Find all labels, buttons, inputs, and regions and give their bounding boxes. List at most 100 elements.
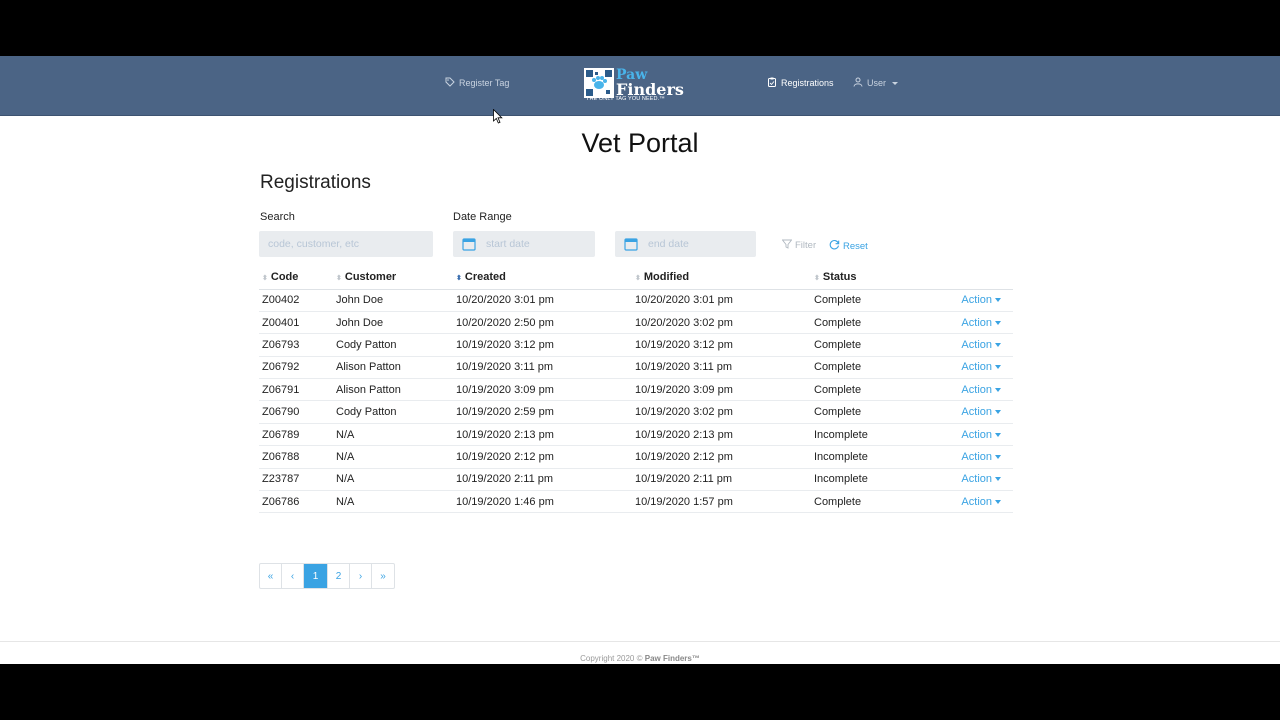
action-label: Action xyxy=(961,495,992,508)
column-header-code[interactable]: ⬍ Code xyxy=(259,266,333,290)
table-row: Z06792 Alison Patton 10/19/2020 3:11 pm 10/… xyxy=(259,356,1013,380)
table-row: Z00402 John Doe 10/20/2020 3:01 pm 10/20/20… xyxy=(259,289,1013,312)
action-dropdown-button[interactable]: Action xyxy=(961,361,1001,373)
action-dropdown-button[interactable]: Action xyxy=(961,473,1001,485)
sort-descending-icon: ⬍ xyxy=(456,275,462,283)
cell-customer: N/A xyxy=(333,445,453,469)
footer: Copyright 2020 © Paw Finders™ xyxy=(0,654,1280,663)
pagination-last[interactable]: » xyxy=(372,564,394,588)
table-row: Z06790 Cody Patton 10/19/2020 2:59 pm 10/19… xyxy=(259,400,1013,424)
cell-created: 10/19/2020 2:11 pm xyxy=(453,468,632,492)
action-dropdown-button[interactable]: Action xyxy=(961,451,1001,463)
pagination-page-1[interactable]: 1 xyxy=(304,564,328,588)
action-dropdown-button[interactable]: Action xyxy=(961,496,1001,508)
cell-customer: Alison Patton xyxy=(333,378,453,402)
nav-registrations[interactable]: Registrations xyxy=(767,77,834,89)
action-dropdown-button[interactable]: Action xyxy=(961,429,1001,441)
cell-action: Action xyxy=(921,311,1013,335)
action-label: Action xyxy=(961,406,992,419)
cell-customer: N/A xyxy=(333,468,453,492)
cell-code: Z06788 xyxy=(259,445,333,469)
cell-created: 10/19/2020 2:13 pm xyxy=(453,423,632,447)
column-header-customer[interactable]: ⬍ Customer xyxy=(333,266,453,290)
action-label: Action xyxy=(961,473,992,486)
cell-created: 10/19/2020 2:59 pm xyxy=(453,400,632,424)
cell-modified: 10/19/2020 3:09 pm xyxy=(632,378,811,402)
reset-button[interactable]: Reset xyxy=(829,239,868,253)
cell-code: Z00402 xyxy=(259,289,333,312)
table-row: Z00401 John Doe 10/20/2020 2:50 pm 10/20/20… xyxy=(259,311,1013,335)
column-header-action xyxy=(921,266,1013,290)
table-header-row: ⬍ Code ⬍ Customer ⬍ Created ⬍ Modified ⬍ Stat… xyxy=(259,266,1013,290)
end-date-input[interactable]: end date xyxy=(615,231,756,257)
cell-action: Action xyxy=(921,490,1013,514)
cell-modified: 10/19/2020 2:11 pm xyxy=(632,468,811,492)
cell-customer: Cody Patton xyxy=(333,400,453,424)
calendar-icon xyxy=(462,237,476,251)
cell-code: Z23787 xyxy=(259,468,333,492)
search-input[interactable]: code, customer, etc xyxy=(259,231,433,257)
action-label: Action xyxy=(961,316,992,329)
action-dropdown-button[interactable]: Action xyxy=(961,384,1001,396)
cell-modified: 10/19/2020 3:11 pm xyxy=(632,356,811,380)
cell-modified: 10/19/2020 2:13 pm xyxy=(632,423,811,447)
action-label: Action xyxy=(961,361,992,374)
sort-icon: ⬍ xyxy=(336,275,342,283)
table-row: Z06786 N/A 10/19/2020 1:46 pm 10/19/2020 1:… xyxy=(259,490,1013,514)
action-label: Action xyxy=(961,450,992,463)
cell-action: Action xyxy=(921,333,1013,357)
refresh-icon xyxy=(829,239,840,253)
cell-created: 10/19/2020 1:46 pm xyxy=(453,490,632,514)
cell-code: Z06791 xyxy=(259,378,333,402)
cell-action: Action xyxy=(921,423,1013,447)
cell-code: Z06790 xyxy=(259,400,333,424)
action-dropdown-button[interactable]: Action xyxy=(961,317,1001,329)
filter-button[interactable]: Filter xyxy=(781,239,817,252)
chevron-down-icon xyxy=(995,298,1001,303)
pagination-page-2[interactable]: 2 xyxy=(328,564,350,588)
cell-status: Complete xyxy=(811,378,921,402)
funnel-icon xyxy=(781,239,793,252)
action-dropdown-button[interactable]: Action xyxy=(961,339,1001,351)
nav-user-dropdown[interactable]: User xyxy=(853,77,899,89)
cell-status: Incomplete xyxy=(811,468,921,492)
column-header-status[interactable]: ⬍ Status xyxy=(811,266,921,290)
calendar-icon xyxy=(624,237,638,251)
cell-customer: Cody Patton xyxy=(333,333,453,357)
pagination-next[interactable]: › xyxy=(350,564,372,588)
cell-code: Z06786 xyxy=(259,490,333,514)
action-dropdown-button[interactable]: Action xyxy=(961,294,1001,306)
cell-code: Z00401 xyxy=(259,311,333,335)
start-date-placeholder: start date xyxy=(486,238,530,250)
action-label: Action xyxy=(961,338,992,351)
column-header-modified[interactable]: ⬍ Modified xyxy=(632,266,811,290)
cell-status: Incomplete xyxy=(811,445,921,469)
start-date-input[interactable]: start date xyxy=(453,231,595,257)
end-date-placeholder: end date xyxy=(648,238,689,250)
pagination-prev[interactable]: ‹ xyxy=(282,564,304,588)
person-icon xyxy=(853,77,863,89)
column-header-created[interactable]: ⬍ Created xyxy=(453,266,632,290)
cell-customer: Alison Patton xyxy=(333,356,453,380)
nav-register-tag[interactable]: Register Tag xyxy=(445,77,509,89)
filter-label: Filter xyxy=(795,240,817,251)
table-row: Z06791 Alison Patton 10/19/2020 3:09 pm 10/… xyxy=(259,378,1013,402)
cell-customer: N/A xyxy=(333,490,453,514)
cell-created: 10/20/2020 3:01 pm xyxy=(453,289,632,312)
search-label: Search xyxy=(260,211,295,223)
action-dropdown-button[interactable]: Action xyxy=(961,406,1001,418)
cell-customer: John Doe xyxy=(333,289,453,312)
cell-modified: 10/20/2020 3:01 pm xyxy=(632,289,811,312)
cell-modified: 10/20/2020 3:02 pm xyxy=(632,311,811,335)
cell-customer: N/A xyxy=(333,423,453,447)
cell-status: Complete xyxy=(811,490,921,514)
pagination-first[interactable]: « xyxy=(260,564,282,588)
footer-copyright: Copyright 2020 © xyxy=(580,654,643,663)
action-label: Action xyxy=(961,294,992,307)
cell-status: Complete xyxy=(811,400,921,424)
cell-modified: 10/19/2020 2:12 pm xyxy=(632,445,811,469)
logo-tagline: THE ONLY TAG YOU NEED.™ xyxy=(586,96,665,102)
app-window: Register Tag Paw Finders THE ONLY TAG YO… xyxy=(0,56,1280,664)
table-row: Z06793 Cody Patton 10/19/2020 3:12 pm 10/19… xyxy=(259,333,1013,357)
cell-customer: John Doe xyxy=(333,311,453,335)
